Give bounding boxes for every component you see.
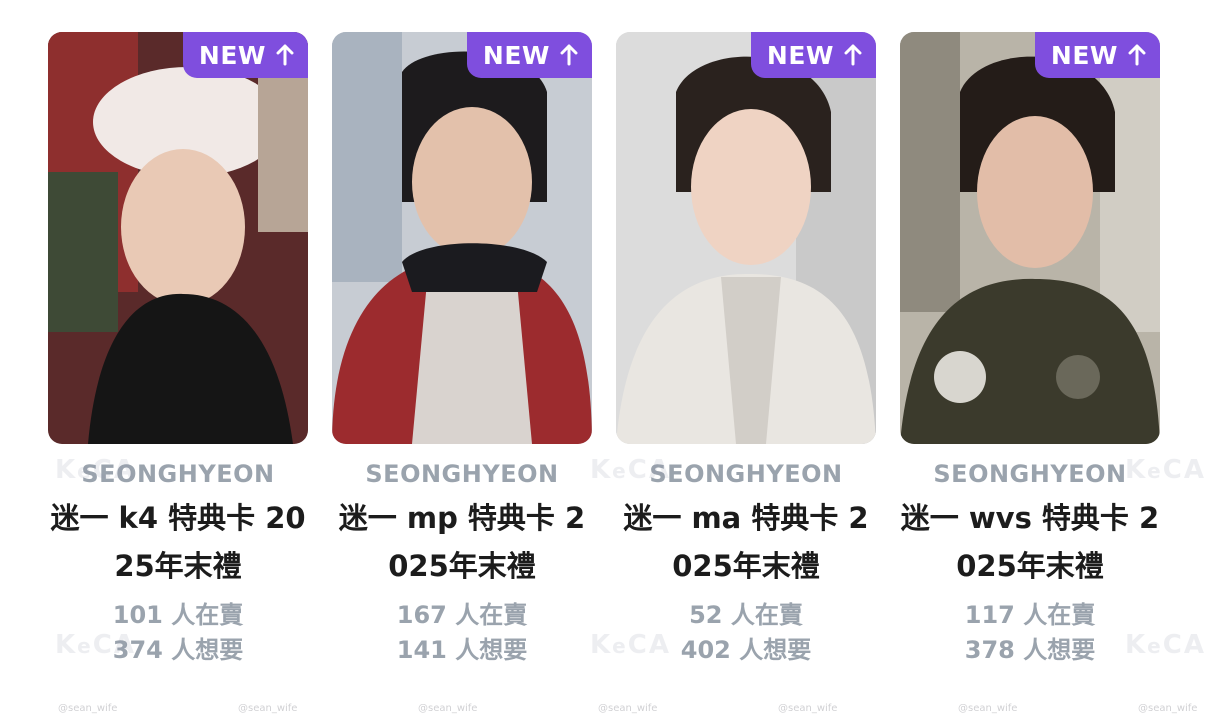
photocard-image[interactable]: NEW [332,32,592,444]
selling-count: 167 人在賣 [396,601,528,629]
handle-watermark: @sean_wife [58,703,118,714]
arrow-up-icon [844,44,862,66]
selling-count: 52 人在賣 [689,601,803,629]
handle-watermark: @sean_wife [418,703,478,714]
photocard-image[interactable]: NEW [616,32,876,444]
photocard-image[interactable]: NEW [48,32,308,444]
photo-placeholder-icon [616,32,876,444]
new-badge: NEW [466,32,592,78]
card-title[interactable]: 迷一 mp 特典卡 2025年末禮 [331,494,593,590]
badge-label: NEW [198,40,266,70]
photocard-item[interactable]: NEW SEONGHYEON 迷一 ma 特典卡 2025年末禮 52 人在賣 … [616,32,876,668]
card-title[interactable]: 迷一 wvs 特典卡 2025年末禮 [899,494,1161,590]
photo-placeholder-icon [332,32,592,444]
artist-name: SEONGHYEON [365,460,559,488]
wanting-count: 141 人想要 [396,636,528,664]
selling-count: 101 人在賣 [112,601,244,629]
new-badge: NEW [182,32,308,78]
artist-name: SEONGHYEON [81,460,275,488]
selling-count: 117 人在賣 [964,601,1096,629]
wanting-count: 378 人想要 [964,636,1096,664]
artist-name: SEONGHYEON [649,460,843,488]
product-grid-page: NEW SEONGHYEON 迷一 k4 特典卡 2025年末禮 101 人在賣… [0,0,1206,723]
badge-label: NEW [1050,40,1118,70]
new-badge: NEW [1034,32,1160,78]
photocard-image[interactable]: NEW [900,32,1160,444]
photo-placeholder-icon [48,32,308,444]
arrow-up-icon [276,44,294,66]
arrow-up-icon [1128,44,1146,66]
card-title[interactable]: 迷一 ma 特典卡 2025年末禮 [615,494,877,590]
photo-placeholder-icon [900,32,1160,444]
badge-label: NEW [482,40,550,70]
artist-name: SEONGHYEON [933,460,1127,488]
photocard-grid: NEW SEONGHYEON 迷一 k4 特典卡 2025年末禮 101 人在賣… [48,32,1160,668]
handle-watermark: @sean_wife [238,703,298,714]
photocard-item[interactable]: NEW SEONGHYEON 迷一 k4 特典卡 2025年末禮 101 人在賣… [48,32,308,668]
handle-watermark: @sean_wife [598,703,658,714]
wanting-count: 402 人想要 [680,636,812,664]
handle-watermark: @sean_wife [778,703,838,714]
photocard-item[interactable]: NEW SEONGHYEON 迷一 mp 特典卡 2025年末禮 167 人在賣… [332,32,592,668]
handle-watermark: @sean_wife [1138,703,1198,714]
card-title[interactable]: 迷一 k4 特典卡 2025年末禮 [47,494,309,590]
photocard-item[interactable]: NEW SEONGHYEON 迷一 wvs 特典卡 2025年末禮 117 人在… [900,32,1160,668]
handle-watermark: @sean_wife [958,703,1018,714]
new-badge: NEW [750,32,876,78]
wanting-count: 374 人想要 [112,636,244,664]
arrow-up-icon [560,44,578,66]
badge-label: NEW [766,40,834,70]
